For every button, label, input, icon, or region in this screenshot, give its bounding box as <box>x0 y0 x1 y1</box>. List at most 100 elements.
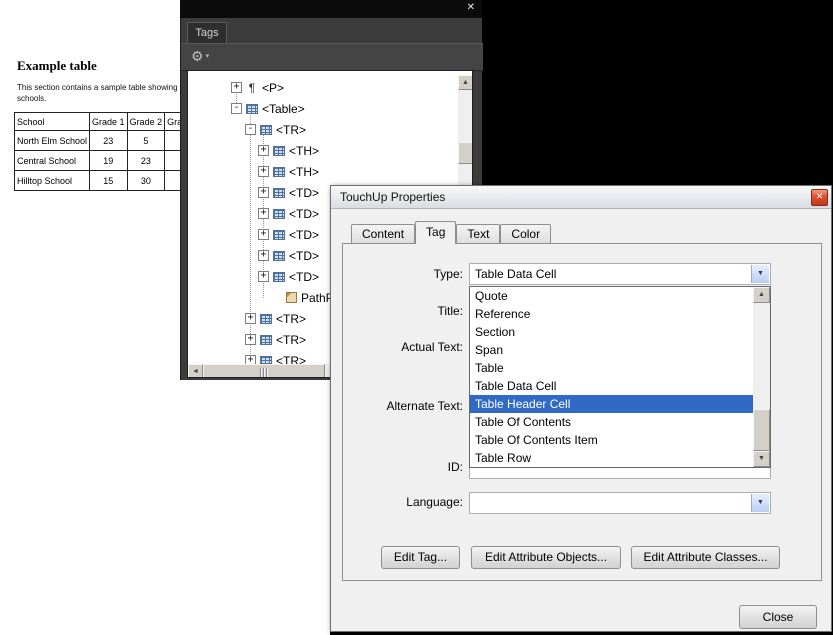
type-combobox-value: Table Data Cell <box>475 264 750 284</box>
edit-attribute-classes-button[interactable]: Edit Attribute Classes... <box>631 546 780 569</box>
cell: Central School <box>15 151 90 171</box>
combo-dropdown-button[interactable]: ▼ <box>751 494 769 512</box>
tab-tags[interactable]: Tags <box>187 22 227 44</box>
tab-color[interactable]: Color <box>500 224 551 244</box>
column-header: Grade 1 <box>90 113 128 131</box>
content-item-icon <box>286 292 297 303</box>
paragraph-line: schools. <box>17 93 180 104</box>
expand-toggle[interactable]: + <box>258 271 269 282</box>
cell: Hilltop School <box>15 171 90 191</box>
tree-item: + <TH> <box>188 161 473 182</box>
cell: 15 <box>90 171 128 191</box>
dropdown-item[interactable]: Table Data Cell <box>470 377 753 395</box>
expand-toggle[interactable]: + <box>258 250 269 261</box>
combo-dropdown-button[interactable]: ▼ <box>751 265 769 283</box>
expand-toggle[interactable]: + <box>258 187 269 198</box>
document-paragraph: This section contains a sample table sho… <box>17 82 180 104</box>
cell <box>165 171 181 191</box>
expand-toggle[interactable]: + <box>258 208 269 219</box>
expand-toggle[interactable]: + <box>231 82 242 93</box>
chevron-down-icon: ▼ <box>757 499 764 506</box>
horizontal-scrollbar-thumb[interactable] <box>203 364 325 378</box>
cell: 30 <box>127 171 165 191</box>
dropdown-item[interactable]: Section <box>470 323 753 341</box>
dropdown-item[interactable]: Reference <box>470 305 753 323</box>
scrollbar-left-icon[interactable]: ◄ <box>188 364 203 378</box>
table-tag-icon <box>273 146 285 156</box>
tree-item-label[interactable]: <P> <box>262 81 284 95</box>
dropdown-scrollbar[interactable]: ▲ ▼ <box>753 287 770 467</box>
scrollbar-up-icon[interactable]: ▲ <box>753 287 770 303</box>
tree-item-label[interactable]: <TH> <box>289 165 319 179</box>
table-row: North Elm School 23 5 <box>15 131 182 151</box>
tree-item-label[interactable]: <TD> <box>289 270 319 284</box>
pane-close-icon[interactable]: ✕ <box>467 2 475 13</box>
dropdown-item[interactable]: Span <box>470 341 753 359</box>
cell <box>165 131 181 151</box>
chevron-down-icon: ▾ <box>206 53 210 60</box>
expand-toggle[interactable]: - <box>231 103 242 114</box>
options-button[interactable]: ⚙▾ <box>191 47 209 66</box>
edit-attribute-objects-button[interactable]: Edit Attribute Objects... <box>471 546 621 569</box>
dropdown-item[interactable]: Quote <box>470 287 753 305</box>
table-tag-icon <box>260 314 272 324</box>
expand-toggle[interactable]: + <box>258 145 269 156</box>
cell: 23 <box>127 151 165 171</box>
tree-item-label[interactable]: <TD> <box>289 228 319 242</box>
tab-text[interactable]: Text <box>456 224 500 244</box>
type-combobox[interactable]: Table Data Cell ▼ <box>469 263 771 285</box>
edit-tag-button[interactable]: Edit Tag... <box>381 546 460 569</box>
scrollbar-up-icon[interactable]: ▲ <box>458 75 473 90</box>
paragraph-line: This section contains a sample table sho… <box>17 82 180 93</box>
tags-toolbar: ⚙▾ <box>181 43 483 71</box>
type-label: Type: <box>353 264 463 284</box>
expand-toggle[interactable]: - <box>245 124 256 135</box>
tree-item-label[interactable]: <TD> <box>289 207 319 221</box>
cell: 5 <box>127 131 165 151</box>
table-tag-icon <box>273 251 285 261</box>
language-combobox-value <box>475 493 750 513</box>
gear-icon: ⚙ <box>191 48 204 64</box>
tree-item-label[interactable]: <Table> <box>262 102 305 116</box>
tree-item: - <Table> <box>188 98 473 119</box>
dropdown-item-selected[interactable]: Table Header Cell <box>470 395 753 413</box>
dialog-close-button[interactable]: ✕ <box>811 189 828 206</box>
tree-item-label[interactable]: <TD> <box>289 186 319 200</box>
tree-item-label[interactable]: <TR> <box>276 333 306 347</box>
tab-content[interactable]: Content <box>351 224 415 244</box>
dropdown-item[interactable]: Table Of Contents Item <box>470 431 753 449</box>
language-label: Language: <box>353 492 463 512</box>
table-tag-icon <box>273 167 285 177</box>
dialog-title: TouchUp Properties <box>340 190 445 204</box>
tree-item-label[interactable]: <TR> <box>276 312 306 326</box>
dropdown-item[interactable]: Table <box>470 359 753 377</box>
cell: 23 <box>90 131 128 151</box>
dropdown-item[interactable]: Table Of Contents <box>470 413 753 431</box>
expand-toggle[interactable]: + <box>245 313 256 324</box>
expand-toggle[interactable]: + <box>258 229 269 240</box>
table-header-row: School Grade 1 Grade 2 Grade 3 <box>15 113 182 131</box>
tree-item-label[interactable]: <TH> <box>289 144 319 158</box>
tree-item-label[interactable]: <TD> <box>289 249 319 263</box>
type-dropdown-list: Quote Reference Section Span Table Table… <box>469 286 771 468</box>
dialog-titlebar[interactable]: TouchUp Properties ✕ <box>331 186 831 209</box>
dropdown-item[interactable]: Table Row <box>470 449 753 467</box>
close-button[interactable]: Close <box>739 605 817 629</box>
dropdown-scrollbar-thumb[interactable] <box>753 409 770 451</box>
table-tag-icon <box>273 230 285 240</box>
tab-tag[interactable]: Tag <box>415 221 456 244</box>
tree-item-label[interactable]: <TR> <box>276 123 306 137</box>
alternate-text-label: Alternate Text: <box>353 396 463 416</box>
tree-item: + ¶ <P> <box>188 77 473 98</box>
language-combobox[interactable]: ▼ <box>469 492 771 514</box>
vertical-scrollbar-thumb[interactable] <box>458 142 473 164</box>
expand-toggle[interactable]: + <box>245 334 256 345</box>
expand-toggle[interactable]: + <box>258 166 269 177</box>
scrollbar-grip <box>260 368 268 377</box>
scrollbar-down-icon[interactable]: ▼ <box>753 451 770 467</box>
table-tag-icon <box>273 272 285 282</box>
column-header: Grade 3 <box>165 113 181 131</box>
column-header: School <box>15 113 90 131</box>
table-tag-icon <box>273 209 285 219</box>
chevron-down-icon: ▼ <box>757 270 764 277</box>
